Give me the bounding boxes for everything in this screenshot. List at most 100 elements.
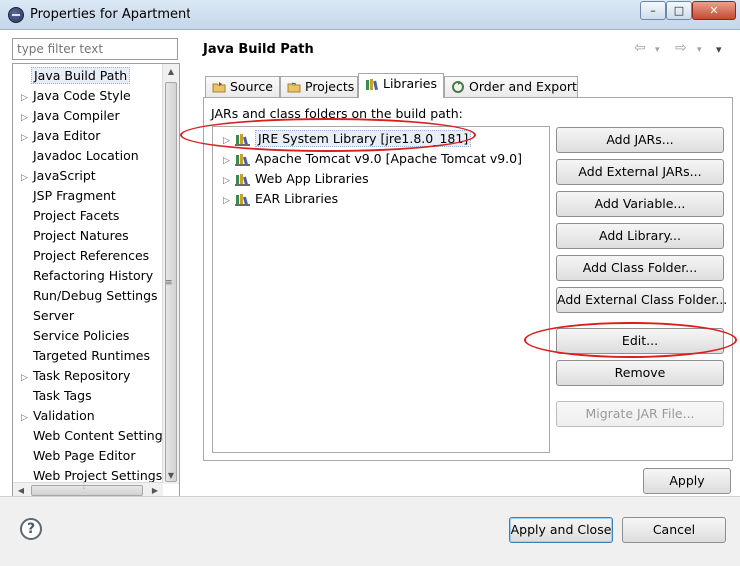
hscroll-thumb[interactable] bbox=[31, 485, 143, 496]
nav-item-label: JSP Fragment bbox=[33, 188, 116, 203]
tab-source[interactable]: Source bbox=[205, 76, 280, 98]
back-dropdown-icon[interactable]: ▾ bbox=[655, 45, 660, 55]
library-container-icon bbox=[235, 173, 250, 186]
nav-item[interactable]: Targeted Runtimes bbox=[13, 346, 152, 366]
library-entry-label: Apache Tomcat v9.0 [Apache Tomcat v9.0] bbox=[255, 151, 522, 166]
tab-libraries[interactable]: Libraries bbox=[358, 73, 444, 98]
nav-item-label: Project References bbox=[33, 248, 150, 263]
nav-item-label: Java Build Path bbox=[31, 67, 131, 84]
nav-item[interactable]: Java Build Path bbox=[13, 66, 131, 86]
library-entry[interactable]: ▷ Web App Libraries bbox=[223, 169, 369, 189]
expand-arrow-icon[interactable]: ▷ bbox=[223, 151, 233, 171]
expand-arrow-icon[interactable]: ▷ bbox=[223, 191, 233, 211]
nav-item[interactable]: Javadoc Location bbox=[13, 146, 141, 166]
nav-item[interactable]: Run/Debug Settings bbox=[13, 286, 160, 306]
tab-projects-label: Projects bbox=[305, 79, 355, 94]
view-menu-icon[interactable]: ▾ bbox=[716, 43, 722, 56]
add-class-folder-button[interactable]: Add Class Folder... bbox=[556, 255, 724, 281]
library-entry[interactable]: ▷ EAR Libraries bbox=[223, 189, 338, 209]
add-external-class-folder-button[interactable]: Add External Class Folder... bbox=[556, 287, 727, 313]
tab-order-export[interactable]: Order and Export bbox=[444, 76, 578, 98]
add-external-jars-button[interactable]: Add External JARs... bbox=[556, 159, 724, 185]
nav-item[interactable]: ▷ Validation bbox=[13, 406, 97, 426]
add-jars-button[interactable]: Add JARs... bbox=[556, 127, 724, 153]
forward-arrow-icon[interactable]: ⇨ bbox=[675, 40, 687, 56]
scroll-down-arrow-icon[interactable]: ▼ bbox=[163, 468, 179, 484]
edit-button[interactable]: Edit... bbox=[556, 328, 724, 354]
nav-item-label: Server bbox=[33, 308, 74, 323]
hgrip-icon: ⦙ bbox=[83, 482, 86, 492]
nav-item-label: Targeted Runtimes bbox=[33, 348, 150, 363]
cancel-button[interactable]: Cancel bbox=[622, 517, 726, 543]
close-button[interactable]: ✕ bbox=[692, 1, 736, 20]
back-arrow-icon[interactable]: ⇦ bbox=[634, 40, 646, 56]
forward-dropdown-icon[interactable]: ▾ bbox=[697, 45, 702, 55]
libraries-icon bbox=[366, 79, 378, 91]
nav-item-label: Java Code Style bbox=[33, 88, 131, 103]
nav-item[interactable]: Refactoring History bbox=[13, 266, 155, 286]
minimize-button[interactable]: – bbox=[640, 1, 666, 20]
nav-item-label: Service Policies bbox=[33, 328, 130, 343]
expand-arrow-icon[interactable]: ▷ bbox=[21, 408, 31, 428]
eclipse-app-icon bbox=[8, 7, 24, 23]
nav-vertical-scrollbar[interactable]: ▲ ≡ ▼ bbox=[162, 64, 179, 484]
help-icon[interactable]: ? bbox=[20, 518, 42, 540]
property-pages-tree: Java Build Path ▷ Java Code Style ▷ Java Com… bbox=[12, 63, 180, 499]
expand-arrow-icon[interactable]: ▷ bbox=[21, 108, 31, 128]
nav-item[interactable]: JSP Fragment bbox=[13, 186, 118, 206]
build-path-libraries-tree: ▷ JRE System Library [jre1.8.0_181] ▷ Apach… bbox=[212, 126, 550, 453]
expand-arrow-icon[interactable]: ▷ bbox=[223, 171, 233, 191]
nav-item[interactable]: ▷ Task Repository bbox=[13, 366, 132, 386]
nav-item[interactable]: Service Policies bbox=[13, 326, 131, 346]
nav-item[interactable]: Project Natures bbox=[13, 226, 131, 246]
nav-item-label: Web Project Settings bbox=[33, 468, 163, 483]
library-entry-label: Web App Libraries bbox=[255, 171, 369, 186]
tab-order-export-label: Order and Export bbox=[469, 79, 577, 94]
source-folder-icon bbox=[212, 82, 226, 93]
migrate-jar-button[interactable]: Migrate JAR File... bbox=[556, 401, 724, 427]
apply-button[interactable]: Apply bbox=[643, 468, 731, 494]
tab-projects[interactable]: Projects bbox=[280, 76, 358, 98]
nav-item[interactable]: Task Tags bbox=[13, 386, 94, 406]
filter-input[interactable] bbox=[12, 38, 178, 60]
nav-item-label: Web Content Settings bbox=[33, 428, 170, 443]
nav-item-label: JavaScript bbox=[33, 168, 96, 183]
expand-arrow-icon[interactable]: ▷ bbox=[21, 128, 31, 148]
nav-item[interactable]: Server bbox=[13, 306, 76, 326]
nav-item[interactable]: ▷ Java Editor bbox=[13, 126, 102, 146]
libraries-caption: JARs and class folders on the build path… bbox=[211, 106, 463, 121]
add-library-button[interactable]: Add Library... bbox=[556, 223, 724, 249]
library-container-icon bbox=[235, 153, 250, 166]
expand-arrow-icon[interactable]: ▷ bbox=[21, 168, 31, 188]
nav-item[interactable]: Project References bbox=[13, 246, 151, 266]
library-entry[interactable]: ▷ JRE System Library [jre1.8.0_181] bbox=[223, 129, 472, 151]
nav-item[interactable]: ▷ JavaScript bbox=[13, 166, 98, 186]
library-container-icon bbox=[235, 133, 250, 146]
expand-arrow-icon[interactable]: ▷ bbox=[21, 368, 31, 388]
nav-item-label: Web Page Editor bbox=[33, 448, 136, 463]
order-export-icon bbox=[452, 81, 464, 93]
nav-item[interactable]: ▷ Java Code Style bbox=[13, 86, 133, 106]
nav-item-label: Javadoc Location bbox=[33, 148, 139, 163]
library-container-icon bbox=[235, 193, 250, 206]
nav-item[interactable]: Project Facets bbox=[13, 206, 121, 226]
scroll-up-arrow-icon[interactable]: ▲ bbox=[163, 64, 179, 80]
nav-item[interactable]: Web Page Editor bbox=[13, 446, 137, 466]
expand-arrow-icon[interactable]: ▷ bbox=[21, 88, 31, 108]
nav-item-label: Validation bbox=[33, 408, 95, 423]
nav-item-label: Run/Debug Settings bbox=[33, 288, 158, 303]
remove-button[interactable]: Remove bbox=[556, 360, 724, 386]
tab-libraries-label: Libraries bbox=[383, 76, 437, 91]
add-variable-button[interactable]: Add Variable... bbox=[556, 191, 724, 217]
maximize-button[interactable]: □ bbox=[666, 1, 692, 20]
window-title: Properties for ApartmentMa bbox=[30, 7, 190, 22]
expand-arrow-icon[interactable]: ▷ bbox=[223, 131, 233, 151]
library-entry-label: EAR Libraries bbox=[255, 191, 339, 206]
nav-item[interactable]: ▷ Java Compiler bbox=[13, 106, 122, 126]
tab-source-label: Source bbox=[230, 79, 273, 94]
apply-and-close-button[interactable]: Apply and Close bbox=[509, 517, 613, 543]
nav-item-label: Refactoring History bbox=[33, 268, 154, 283]
nav-item-label: Project Facets bbox=[33, 208, 120, 223]
nav-item[interactable]: Web Content Settings bbox=[13, 426, 171, 446]
library-entry[interactable]: ▷ Apache Tomcat v9.0 [Apache Tomcat v9.0] bbox=[223, 149, 522, 169]
